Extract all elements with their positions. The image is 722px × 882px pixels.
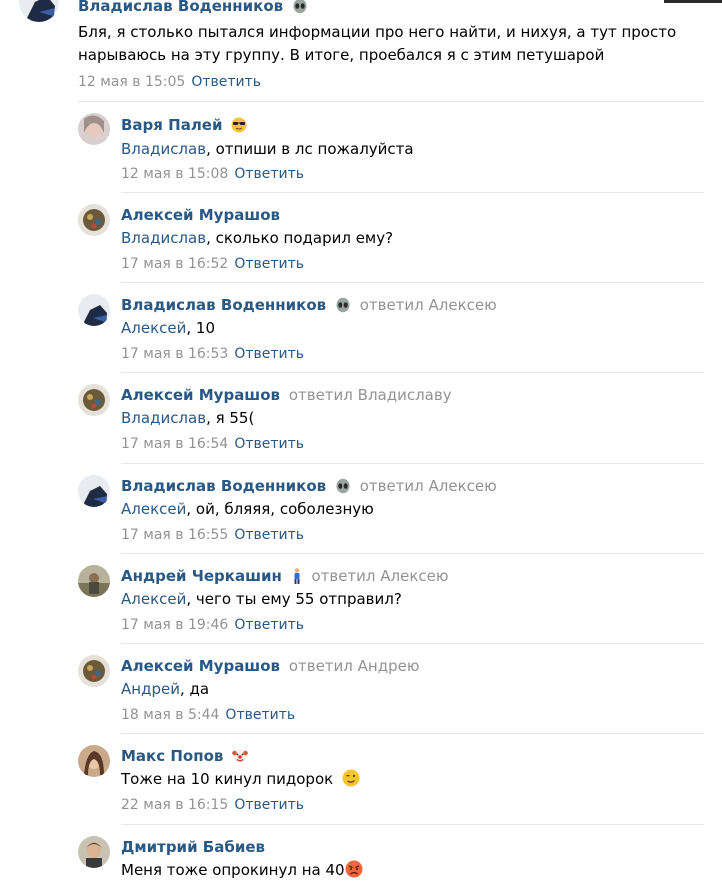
avatar[interactable] [78,745,110,777]
comment-date[interactable]: 17 мая в 16:54 [121,436,228,452]
divider [121,733,704,734]
author-name[interactable]: Владислав Воденников [121,477,326,495]
divider [121,282,704,283]
angry-face-icon [345,860,363,878]
alien-icon [335,478,351,494]
reply-to-label[interactable]: ответил Владиславу [289,386,452,404]
reply-button[interactable]: Ответить [234,797,304,813]
author-name[interactable]: Андрей Черкашин [121,567,282,585]
reply-button[interactable]: Ответить [191,74,261,90]
reply-to-label[interactable]: ответил Андрею [289,657,420,675]
comment-date[interactable]: 17 мая в 16:53 [121,346,228,362]
reply-comment: Алексей Мурашов ответил Андрею Андрей, д… [0,651,722,731]
mention-link[interactable]: Владислав [121,140,206,158]
mention-link[interactable]: Андрей [121,680,180,698]
reply-comment: Андрей Черкашин ответил Алексею Алексей,… [0,561,722,641]
author-name[interactable]: Алексей Мурашов [121,657,280,675]
mention-link[interactable]: Владислав [121,409,206,427]
author-name[interactable]: Макс Попов [121,747,223,765]
author-name[interactable]: Владислав Воденников [121,296,326,314]
mention-link[interactable]: Алексей [121,590,186,608]
divider [121,824,704,825]
reply-comment: Алексей Мурашов ответил Владиславу Влади… [0,380,722,460]
reply-to-label[interactable]: ответил Алексею [360,477,497,495]
comment-text: Тоже на 10 кинул пидорок [121,770,334,788]
person-icon [291,568,303,584]
avatar[interactable] [78,565,110,597]
reply-button[interactable]: Ответить [234,527,304,543]
divider [121,192,704,193]
reply-comment: Владислав Воденников ответил Алексею Але… [0,471,722,551]
reply-button[interactable]: Ответить [234,256,304,272]
winking-face-icon [342,769,360,787]
reply-to-label[interactable]: ответил Алексею [311,567,448,585]
reply-comment: Макс Попов Тоже на 10 кинул пидорок 22 м… [0,741,722,821]
divider [121,463,704,464]
author-name[interactable]: Владислав Воденников [78,0,283,15]
avatar[interactable] [78,384,110,416]
reply-comment: Варя Палей Владислав, отпиши в лс пожалу… [0,110,722,190]
reply-comment: Дмитрий Бабиев Меня тоже опрокинул на 40 [0,832,722,881]
reply-button[interactable]: Ответить [225,707,295,723]
top-comment: Владислав Воденников Бля, я столько пыта… [0,0,722,100]
comment-text: , отпиши в лс пожалуйста [206,140,414,158]
avatar[interactable] [78,655,110,687]
alien-icon [292,0,308,14]
avatar[interactable] [78,204,110,236]
reply-button[interactable]: Ответить [234,436,304,452]
author-name[interactable]: Алексей Мурашов [121,386,280,404]
author-name[interactable]: Дмитрий Бабиев [121,838,265,856]
comment-text: , 10 [186,319,215,337]
mention-link[interactable]: Владислав [121,229,206,247]
author-name[interactable]: Варя Палей [121,116,223,134]
author-name[interactable]: Алексей Мурашов [121,206,280,224]
divider [121,372,704,373]
divider [78,101,704,102]
reply-button[interactable]: Ответить [234,617,304,633]
reply-comment: Владислав Воденников ответил Алексею Але… [0,290,722,370]
comment-text: , сколько подарил ему? [206,229,394,247]
reply-button[interactable]: Ответить [234,166,304,182]
sunglasses-icon [231,117,247,133]
comment-date[interactable]: 22 мая в 16:15 [121,797,228,813]
comment-date[interactable]: 17 мая в 19:46 [121,617,228,633]
comment-date[interactable]: 18 мая в 5:44 [121,707,219,723]
avatar[interactable] [78,113,110,145]
avatar[interactable] [78,836,110,868]
reply-to-label[interactable]: ответил Алексею [360,296,497,314]
alien-icon [335,297,351,313]
avatar[interactable] [78,294,110,326]
reply-button[interactable]: Ответить [234,346,304,362]
comment-date[interactable]: 12 мая в 15:08 [121,166,228,182]
reply-comment: Алексей Мурашов Владислав, сколько подар… [0,200,722,280]
clown-icon [232,748,248,764]
comment-date[interactable]: 17 мая в 16:52 [121,256,228,272]
comment-date[interactable]: 17 мая в 16:55 [121,527,228,543]
comment-text: Бля, я столько пытался информации про не… [78,23,677,64]
comment-date[interactable]: 12 мая в 15:05 [78,74,185,90]
divider [121,643,704,644]
mention-link[interactable]: Алексей [121,319,186,337]
comment-text: , ой, бляяя, соболезную [186,500,374,518]
avatar[interactable] [78,475,110,507]
divider [121,553,704,554]
comment-text: , я 55( [206,409,255,427]
comment-text: , да [179,680,210,698]
comment-text: , чего ты ему 55 отправил? [186,590,402,608]
avatar[interactable] [19,0,59,22]
mention-link[interactable]: Алексей [121,500,186,518]
comment-text: Меня тоже опрокинул на 40 [121,861,345,879]
